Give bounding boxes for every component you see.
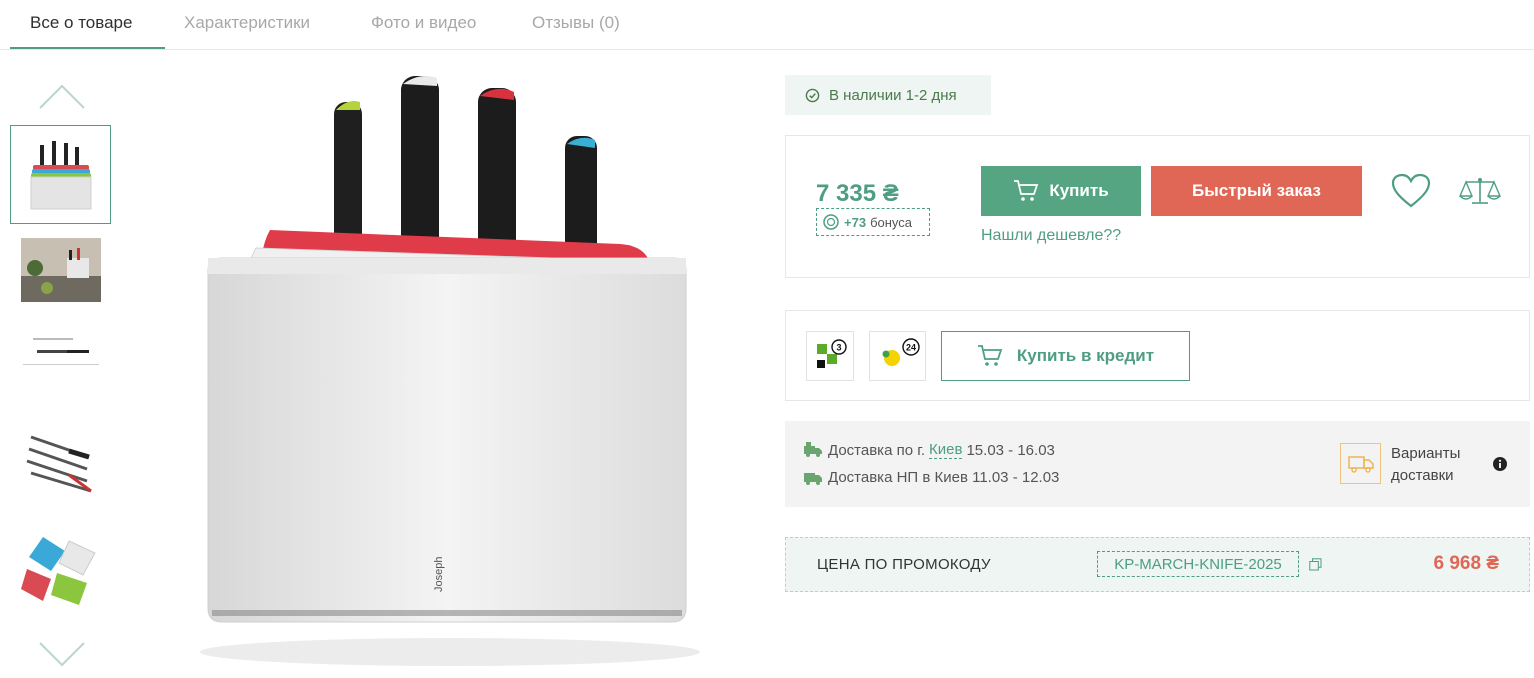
dimensions-thumb-icon bbox=[22, 337, 99, 365]
tab-characteristics[interactable]: Характеристики bbox=[184, 13, 310, 33]
brand-logo: Joseph bbox=[433, 557, 445, 592]
thumbnails-up-arrow-icon[interactable] bbox=[38, 84, 86, 110]
thumbnail-knife-block[interactable] bbox=[10, 125, 111, 224]
credit-panel: 3 24 Купить в кредит bbox=[785, 310, 1530, 401]
cutting-boards-thumb-icon bbox=[20, 536, 96, 605]
privat-parts-option[interactable]: 3 bbox=[806, 331, 854, 381]
tab-reviews[interactable]: Отзывы (0) bbox=[532, 13, 620, 33]
found-cheaper-link[interactable]: Нашли дешевле?? bbox=[981, 227, 1121, 245]
quick-order-button[interactable]: Быстрый заказ bbox=[1151, 166, 1362, 216]
promo-price: 6 968 ₴ bbox=[1433, 553, 1500, 574]
delivery-options-link[interactable]: Варианты доставки bbox=[1391, 443, 1460, 487]
delivery-np-text: Доставка НП в Киев 11.03 - 12.03 bbox=[828, 469, 1060, 486]
cart-icon bbox=[977, 344, 1017, 368]
info-icon[interactable] bbox=[1492, 456, 1508, 477]
delivery-options-line2: доставки bbox=[1391, 467, 1454, 484]
thumbnail-cutting-boards[interactable] bbox=[10, 520, 111, 619]
bonus-coin-icon bbox=[823, 214, 839, 230]
delivery-panel: Доставка по г. Киев 15.03 - 16.03 Достав… bbox=[785, 421, 1530, 507]
truck-icon bbox=[803, 470, 828, 486]
product-price: 7 335 ₴ bbox=[816, 180, 899, 207]
promo-label: ЦЕНА ПО ПРОМОКОДУ bbox=[817, 556, 991, 573]
delivery-np-line: Доставка НП в Киев 11.03 - 12.03 bbox=[803, 469, 1059, 486]
check-circle-icon bbox=[805, 88, 820, 103]
cart-icon bbox=[1013, 179, 1049, 203]
buy-button-label: Купить bbox=[1049, 181, 1109, 200]
delivery-city-prefix: Доставка по г. bbox=[828, 441, 926, 459]
promo-code-panel: ЦЕНА ПО ПРОМОКОДУ KP-MARCH-KNIFE-2025 6 … bbox=[785, 537, 1530, 592]
knife-block-thumb-icon bbox=[30, 140, 91, 209]
buy-on-credit-label: Купить в кредит bbox=[1016, 346, 1155, 365]
delivery-city-dates: 15.03 - 16.03 bbox=[966, 441, 1055, 459]
delivery-city-link[interactable]: Киев bbox=[929, 441, 963, 459]
stock-status-badge: В наличии 1-2 дня bbox=[785, 75, 991, 115]
price-panel: 7 335 ₴ +73 бонуса Купить Быстрый заказ … bbox=[785, 135, 1530, 278]
bonus-label: бонуса bbox=[870, 214, 913, 230]
delivery-city-line: Доставка по г. Киев 15.03 - 16.03 bbox=[803, 441, 1055, 459]
main-product-image[interactable]: Joseph bbox=[190, 62, 710, 674]
delivery-options-line1: Варианты bbox=[1391, 445, 1461, 462]
kitchen-thumb-icon bbox=[20, 237, 101, 302]
tab-all-about-product[interactable]: Все о товаре bbox=[30, 13, 132, 33]
thumbnail-knife-dimensions[interactable] bbox=[10, 303, 111, 402]
stock-status-text: В наличии 1-2 дня bbox=[829, 86, 957, 104]
thumbnails-down-arrow-icon[interactable] bbox=[38, 641, 86, 667]
mono-parts-logo-icon: 24 bbox=[882, 338, 920, 366]
delivery-options-icon[interactable] bbox=[1340, 443, 1381, 484]
buy-button[interactable]: Купить bbox=[981, 166, 1141, 216]
copy-icon[interactable] bbox=[1309, 558, 1322, 576]
privat-parts-logo-icon: 3 bbox=[817, 339, 847, 368]
bonus-amount: +73 bbox=[844, 214, 867, 230]
product-tabs: Все о товаре Характеристики Фото и видео… bbox=[0, 0, 1534, 50]
bonus-badge: +73 бонуса bbox=[816, 208, 930, 236]
thumbnail-knives-set[interactable] bbox=[10, 412, 111, 511]
buy-on-credit-button[interactable]: Купить в кредит bbox=[941, 331, 1190, 381]
wishlist-heart-icon[interactable] bbox=[1391, 173, 1431, 214]
mono-parts-option[interactable]: 24 bbox=[869, 331, 926, 381]
active-tab-indicator bbox=[10, 47, 165, 49]
promo-code[interactable]: KP-MARCH-KNIFE-2025 bbox=[1097, 551, 1299, 577]
courier-truck-icon bbox=[803, 442, 828, 458]
tab-photo-video[interactable]: Фото и видео bbox=[371, 13, 476, 33]
svg-text:24: 24 bbox=[906, 343, 916, 353]
compare-scales-icon[interactable] bbox=[1458, 176, 1502, 211]
svg-text:3: 3 bbox=[836, 343, 841, 353]
knives-set-thumb-icon bbox=[26, 435, 92, 492]
